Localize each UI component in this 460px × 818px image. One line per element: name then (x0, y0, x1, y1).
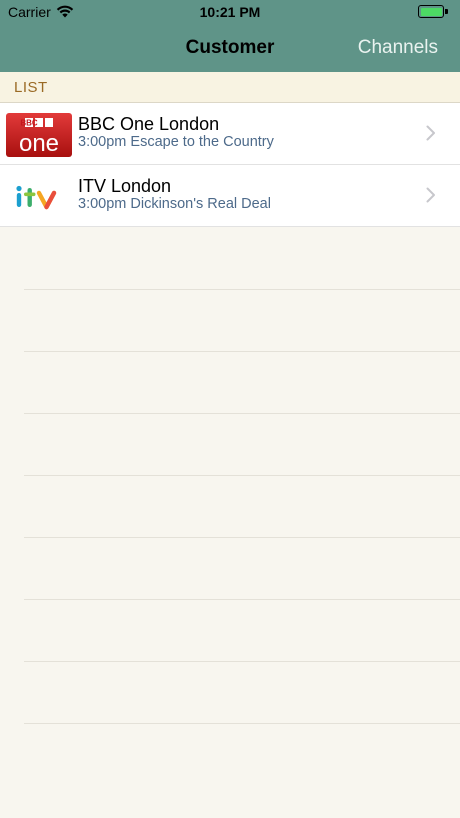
bbc-logo-one-text: one (19, 130, 59, 157)
channel-list: BBC one BBC One London 3:00pm Escape to … (0, 103, 460, 227)
separator-line (24, 599, 460, 661)
channels-button[interactable]: Channels (358, 37, 438, 59)
channel-program: 3:00pm Dickinson's Real Deal (78, 196, 271, 212)
bbc-one-logo-icon: BBC one (6, 113, 72, 157)
list-item-itv-london[interactable]: itv ITV London 3:00pm Dickinson's Real D… (0, 165, 460, 227)
clock: 10:21 PM (199, 4, 261, 20)
battery-icon (418, 5, 444, 18)
chevron-right-icon (426, 125, 435, 141)
empty-list-separators (24, 289, 460, 785)
battery-tip (445, 9, 448, 14)
itv-logo-icon: itv (16, 185, 57, 210)
section-header: LIST (0, 72, 460, 103)
separator-line (24, 475, 460, 537)
separator-line (24, 537, 460, 599)
separator-line (24, 661, 460, 723)
status-bar: Carrier 10:21 PM (0, 0, 460, 24)
chevron-right-icon (426, 187, 435, 203)
list-item-bbc-one-london[interactable]: BBC one BBC One London 3:00pm Escape to … (0, 103, 460, 165)
separator-line (24, 413, 460, 475)
separator-line (24, 289, 460, 351)
channel-program: 3:00pm Escape to the Country (78, 134, 274, 150)
section-label: LIST (14, 79, 48, 96)
separator-line (24, 723, 460, 785)
bbc-logo-letters: BBC (20, 119, 38, 128)
navigation-bar: Carrier 10:21 PM Customer Channels (0, 0, 460, 72)
channel-name: BBC One London (78, 114, 220, 134)
separator-line (24, 351, 460, 413)
channel-name: ITV London (78, 176, 172, 196)
battery-level-fill (420, 7, 442, 16)
